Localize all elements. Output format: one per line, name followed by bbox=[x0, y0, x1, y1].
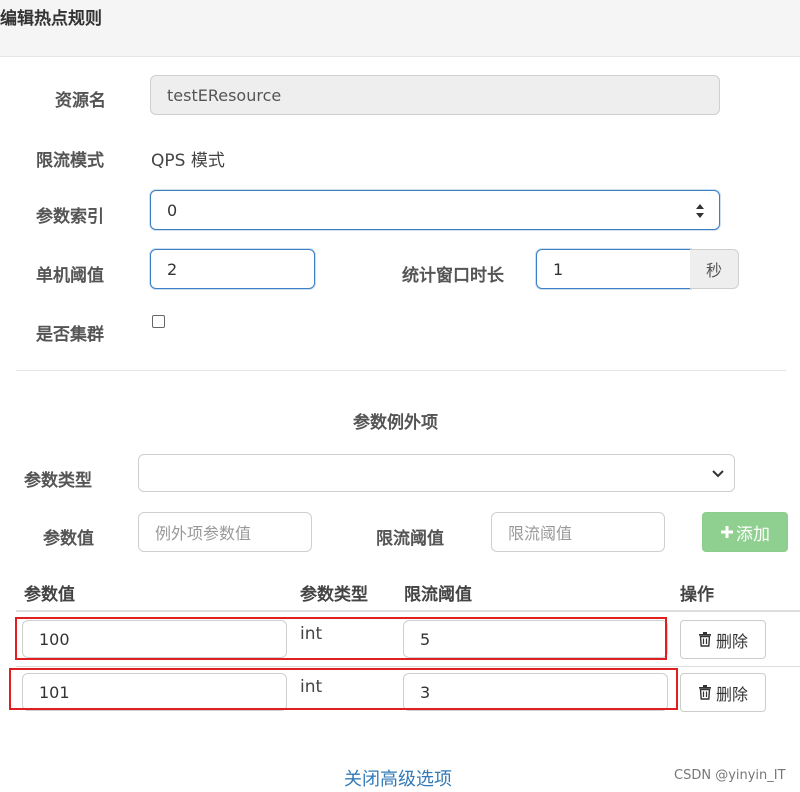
trash-icon bbox=[698, 632, 711, 647]
close-advanced-link[interactable]: 关闭高级选项 bbox=[344, 765, 452, 791]
resource-value: testEResource bbox=[167, 85, 282, 105]
th-param-value: 参数值 bbox=[24, 585, 75, 605]
threshold-value: 2 bbox=[167, 259, 178, 279]
window-unit: 秒 bbox=[705, 261, 722, 280]
mode-label: 限流模式 bbox=[36, 151, 104, 171]
window-value: 1 bbox=[553, 259, 564, 279]
trash-icon bbox=[698, 685, 711, 700]
cluster-label: 是否集群 bbox=[36, 325, 104, 345]
dialog-header: 编辑热点规则 bbox=[0, 0, 800, 57]
row-1-highlight-box bbox=[15, 617, 667, 660]
th-limit: 限流阈值 bbox=[404, 585, 472, 605]
resource-label: 资源名 bbox=[55, 91, 106, 111]
mode-value: QPS 模式 bbox=[151, 151, 225, 171]
limit-label: 限流阈值 bbox=[376, 529, 444, 549]
param-index-label: 参数索引 bbox=[36, 207, 104, 227]
row-2-delete-label: 删除 bbox=[715, 684, 748, 704]
stepper-icon[interactable] bbox=[695, 203, 705, 219]
add-button[interactable]: 添加 bbox=[702, 512, 788, 552]
dialog-title: 编辑热点规则 bbox=[0, 9, 102, 29]
param-index-input[interactable]: 0 bbox=[150, 190, 720, 230]
window-label: 统计窗口时长 bbox=[402, 266, 504, 286]
limit-input[interactable]: 限流阈值 bbox=[491, 512, 665, 552]
param-type-select[interactable] bbox=[138, 454, 735, 492]
param-value-placeholder: 例外项参数值 bbox=[155, 524, 252, 543]
window-input[interactable]: 1 bbox=[536, 249, 691, 289]
param-index-value: 0 bbox=[167, 200, 178, 220]
plus-icon bbox=[721, 526, 733, 538]
resource-input: testEResource bbox=[150, 75, 720, 115]
th-param-type: 参数类型 bbox=[300, 585, 368, 605]
param-type-label: 参数类型 bbox=[24, 471, 92, 491]
table-head-line bbox=[16, 610, 800, 612]
limit-placeholder: 限流阈值 bbox=[508, 524, 573, 543]
cluster-checkbox[interactable] bbox=[152, 315, 165, 328]
param-value-label: 参数值 bbox=[43, 529, 94, 549]
section-divider bbox=[16, 370, 786, 371]
row-divider bbox=[16, 666, 800, 667]
add-button-label: 添加 bbox=[736, 524, 770, 545]
threshold-label: 单机阈值 bbox=[36, 266, 104, 286]
exceptions-title: 参数例外项 bbox=[353, 413, 438, 433]
row-1-delete-button[interactable]: 删除 bbox=[680, 620, 766, 659]
chevron-down-icon bbox=[712, 470, 724, 478]
window-unit-addon: 秒 bbox=[690, 249, 739, 289]
th-action: 操作 bbox=[680, 585, 714, 605]
param-value-input[interactable]: 例外项参数值 bbox=[138, 512, 312, 552]
watermark: CSDN @yinyin_IT bbox=[674, 768, 786, 783]
threshold-input[interactable]: 2 bbox=[150, 249, 315, 289]
row-2-delete-button[interactable]: 删除 bbox=[680, 673, 766, 712]
row-2-highlight-box bbox=[9, 668, 678, 710]
row-1-delete-label: 删除 bbox=[715, 631, 748, 651]
